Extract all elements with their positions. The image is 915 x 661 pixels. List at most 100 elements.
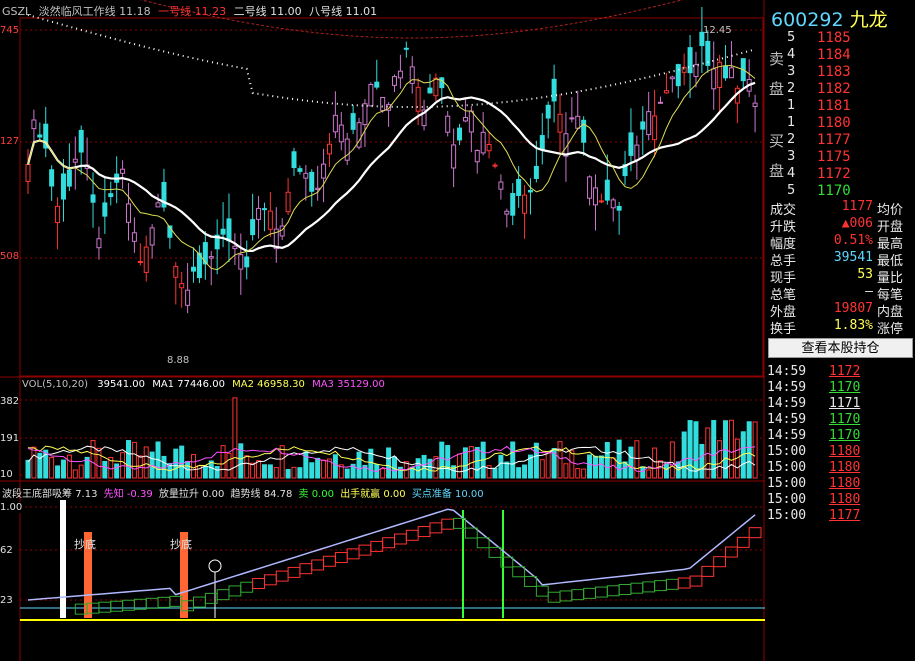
- volume-bar: [332, 454, 338, 479]
- trend-step: [263, 574, 277, 586]
- order-level: 4: [787, 166, 796, 181]
- tick-time: 15:00: [767, 476, 807, 491]
- buy-order-row[interactable]: 1 1180: [765, 115, 915, 132]
- candle-body: [185, 289, 191, 306]
- volume-bar: [474, 446, 480, 479]
- trend-step: [216, 589, 230, 601]
- trend-step: [334, 552, 348, 564]
- volume-bar: [592, 455, 598, 479]
- tick-row: 14:59 1170: [765, 412, 915, 429]
- candle-body: [108, 193, 114, 198]
- candle-body: [504, 210, 510, 215]
- osc-y-label-2: 62: [0, 545, 13, 556]
- candle-body: [557, 113, 563, 133]
- candle-body: [326, 143, 332, 155]
- candle-body: [208, 256, 214, 259]
- tick-price: 1170: [829, 412, 861, 427]
- candle-body: [445, 115, 451, 133]
- candle-body: [232, 245, 238, 250]
- sell-order-row[interactable]: 5 1185: [765, 30, 915, 47]
- candle-body: [238, 254, 244, 270]
- ma2-value: 46958.30: [257, 379, 305, 390]
- stat-row: 总笔 — 每笔: [765, 284, 915, 303]
- vol-y-label-1: 382: [0, 396, 20, 407]
- stat-value: 1.83%: [833, 318, 873, 333]
- volume-bar: [72, 469, 78, 479]
- volume-bar: [49, 456, 55, 479]
- trend-step: [559, 590, 573, 602]
- ma1-name: MA1: [152, 379, 175, 390]
- sell-order-row[interactable]: 4 1184: [765, 47, 915, 64]
- volume-bar: [699, 443, 705, 479]
- trend-step: [689, 575, 703, 587]
- main-chart-header: GSZL 淡然临风工作线 11.18 一号线 11.23 二号线 11.00 八…: [2, 3, 377, 19]
- trend-step: [642, 581, 656, 593]
- candle-body: [587, 176, 593, 199]
- candle-body: [628, 132, 634, 156]
- candle-body: [616, 205, 622, 211]
- volume-bar: [604, 442, 610, 479]
- stock-code-label: GSZL: [2, 5, 32, 18]
- candle-body: [598, 200, 604, 203]
- volume-bar: [717, 440, 723, 479]
- trend-step: [748, 527, 762, 539]
- osc-t1-value: 7.13: [75, 489, 98, 500]
- volume-bar: [640, 466, 646, 479]
- trend-step: [571, 589, 585, 601]
- stat-value: ▲006: [841, 216, 873, 231]
- volume-bar: [563, 463, 569, 479]
- tick-time: 14:59: [767, 428, 807, 443]
- candlestick-chart[interactable]: [0, 0, 765, 661]
- volume-title: VOL(5,10,20): [22, 379, 89, 390]
- tick-time: 15:00: [767, 444, 807, 459]
- volume-bar: [315, 457, 321, 479]
- candle-body: [267, 210, 273, 230]
- candle-body: [220, 228, 226, 235]
- candle-body: [545, 104, 551, 119]
- candle-body: [711, 68, 717, 90]
- candle-body: [397, 70, 403, 79]
- candle-body: [60, 173, 66, 200]
- tick-time: 15:00: [767, 508, 807, 523]
- volume-bar: [575, 468, 581, 479]
- volume-bar: [55, 465, 61, 479]
- ma1-value: 77446.00: [177, 379, 225, 390]
- buy-order-row[interactable]: 5 1170: [765, 183, 915, 200]
- volume-bar: [96, 447, 102, 479]
- sell-order-row[interactable]: 3 1183: [765, 64, 915, 81]
- candle-body: [575, 115, 581, 129]
- buy-order-row[interactable]: 2 1177: [765, 132, 915, 149]
- sell-order-row[interactable]: 1 1181: [765, 98, 915, 115]
- volume-bar: [66, 454, 72, 479]
- volume-bar: [658, 460, 664, 479]
- volume-bar: [267, 464, 273, 479]
- volume-value: 39541.00: [97, 379, 145, 390]
- volume-bar: [256, 460, 262, 479]
- view-holdings-button[interactable]: 查看本股持仓: [768, 338, 913, 358]
- candle-body: [137, 261, 143, 264]
- line1-value: 11.23: [194, 5, 227, 18]
- trend-line-lavender: [27, 508, 756, 601]
- trend-step: [630, 582, 644, 594]
- order-price: 1180: [817, 115, 851, 131]
- candle-body: [728, 67, 734, 79]
- candle-body: [510, 193, 516, 216]
- trend-step: [110, 600, 124, 612]
- volume-bar: [669, 441, 675, 479]
- stock-code: 600292: [771, 9, 844, 31]
- indicator-value: 11.18: [119, 5, 151, 18]
- trend-step: [122, 599, 135, 611]
- buy-order-row[interactable]: 4 1172: [765, 166, 915, 183]
- candle-body: [569, 117, 575, 120]
- stat-label: 换手: [770, 322, 797, 337]
- volume-bar: [569, 450, 575, 479]
- stat-row: 升跌 ▲006 开盘: [765, 216, 915, 235]
- stat-row: 现手 53 量比: [765, 267, 915, 286]
- volume-bar: [125, 440, 131, 479]
- sell-order-row[interactable]: 2 1182: [765, 81, 915, 98]
- buy-order-row[interactable]: 3 1175: [765, 149, 915, 166]
- candle-body: [149, 227, 155, 246]
- candle-body: [250, 219, 256, 236]
- trend-step: [311, 559, 325, 571]
- volume-bar: [616, 439, 622, 479]
